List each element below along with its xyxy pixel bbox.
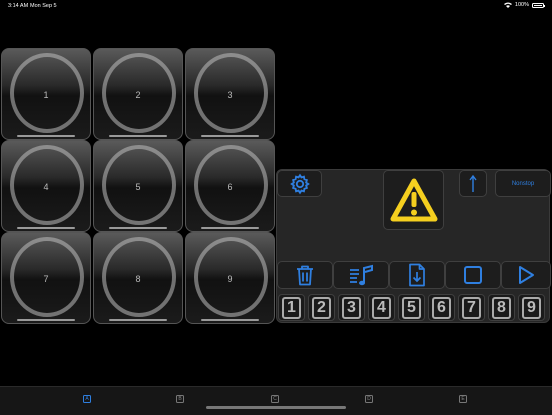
import-file-icon [409, 263, 425, 287]
delete-button[interactable] [277, 261, 333, 289]
stop-icon [464, 266, 482, 284]
nonstop-label: Nonstop [511, 180, 535, 187]
battery-icon [532, 2, 545, 8]
pad-label: 2 [135, 90, 141, 100]
pad-label: 4 [43, 182, 49, 192]
home-indicator[interactable] [206, 406, 346, 409]
cue-number: 5 [402, 296, 421, 319]
gear-icon [289, 173, 310, 194]
cue-number: 7 [462, 296, 481, 319]
tab-b[interactable]: B [176, 395, 184, 403]
cue-number: 1 [282, 296, 301, 319]
pad-label: 7 [43, 274, 49, 284]
pad-label: 1 [43, 90, 49, 100]
pad-8[interactable]: 8 [93, 232, 183, 324]
play-icon [519, 266, 534, 284]
cue-number: 9 [522, 296, 541, 319]
status-right: 100% [503, 2, 545, 8]
tab-bar: A B C D E [0, 386, 552, 415]
tab-a[interactable]: A [83, 395, 91, 403]
trash-icon [297, 265, 313, 286]
cue-number: 2 [312, 296, 331, 319]
pad-6[interactable]: 6 [185, 140, 275, 232]
playlist-button[interactable] [333, 261, 389, 289]
import-button[interactable] [389, 261, 445, 289]
arrow-up-icon [469, 174, 477, 192]
pad-7[interactable]: 7 [1, 232, 91, 324]
wifi-icon [503, 2, 512, 8]
pad-3[interactable]: 3 [185, 48, 275, 140]
control-panel: Nonstop 1 2 3 4 5 6 7 8 9 [276, 169, 551, 323]
pad-label: 6 [227, 182, 233, 192]
status-bar: 3:14 AM Mon Sep 5 100% [0, 0, 552, 12]
cue-number: 3 [342, 296, 361, 319]
pad-9[interactable]: 9 [185, 232, 275, 324]
warning-button[interactable] [383, 170, 444, 230]
tab-e[interactable]: E [459, 395, 467, 403]
move-up-button[interactable] [459, 170, 487, 197]
tab-d[interactable]: D [365, 395, 373, 403]
nonstop-button[interactable]: Nonstop [495, 170, 551, 197]
pad-grid: 1 2 3 4 5 6 7 8 9 [0, 48, 276, 324]
cue-button-3[interactable]: 3 [338, 294, 365, 321]
pad-label: 5 [135, 182, 141, 192]
settings-button[interactable] [277, 170, 322, 197]
cue-button-6[interactable]: 6 [428, 294, 455, 321]
cue-button-9[interactable]: 9 [518, 294, 545, 321]
cue-button-2[interactable]: 2 [308, 294, 335, 321]
status-time: 3:14 AM [8, 3, 29, 9]
cue-number: 6 [432, 296, 451, 319]
pad-5[interactable]: 5 [93, 140, 183, 232]
status-date: Mon Sep 5 [30, 3, 57, 9]
warning-icon [390, 178, 437, 222]
pad-label: 9 [227, 274, 233, 284]
cue-button-7[interactable]: 7 [458, 294, 485, 321]
battery-percent: 100% [514, 2, 529, 8]
tab-c[interactable]: C [271, 395, 279, 403]
cue-button-5[interactable]: 5 [398, 294, 425, 321]
pad-label: 8 [135, 274, 141, 284]
pad-1[interactable]: 1 [1, 48, 91, 140]
cue-button-4[interactable]: 4 [368, 294, 395, 321]
cue-button-1[interactable]: 1 [278, 294, 305, 321]
pad-label: 3 [227, 90, 233, 100]
cue-number: 4 [372, 296, 391, 319]
pad-4[interactable]: 4 [1, 140, 91, 232]
cue-button-8[interactable]: 8 [488, 294, 515, 321]
pad-2[interactable]: 2 [93, 48, 183, 140]
playlist-icon [350, 264, 373, 286]
play-button[interactable] [501, 261, 551, 289]
stop-button[interactable] [445, 261, 501, 289]
cue-number: 8 [492, 296, 511, 319]
